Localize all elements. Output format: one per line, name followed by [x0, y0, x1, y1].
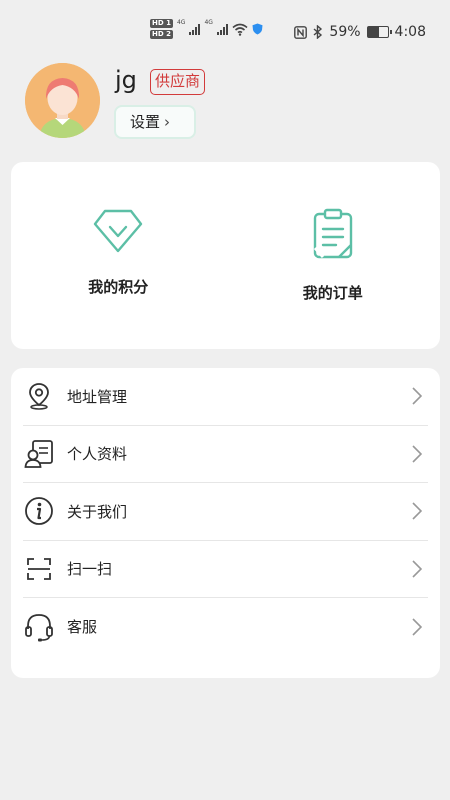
nfc-icon: [294, 25, 308, 39]
avatar[interactable]: [25, 63, 100, 138]
menu-label-customer-service: 客服: [67, 618, 98, 637]
chevron-right-icon: [412, 387, 422, 405]
headset-icon: [25, 613, 53, 642]
chevron-right-icon: ›: [164, 113, 171, 131]
menu-label-scan: 扫一扫: [67, 560, 113, 579]
settings-button[interactable]: 设置 ›: [114, 105, 196, 139]
my-orders-button[interactable]: 我的订单: [226, 162, 441, 349]
menu-label-profile: 个人资料: [67, 445, 128, 464]
quick-actions-card: 我的积分 我的订单: [11, 162, 440, 349]
chevron-right-icon: [412, 445, 422, 463]
bluetooth-icon: [313, 25, 323, 39]
order-clipboard-icon: [313, 208, 352, 259]
profile-card-icon: [24, 439, 53, 468]
network-type-1: 4G: [176, 19, 186, 26]
info-icon: [25, 497, 53, 526]
hd-icon: HD 1 HD 2: [150, 19, 173, 39]
shield-icon: [252, 23, 263, 35]
my-orders-label: 我的订单: [302, 284, 363, 302]
avatar-person-icon: [25, 63, 100, 138]
battery-icon: [366, 26, 392, 38]
location-pin-icon: [29, 383, 49, 410]
network-type-2: 4G: [204, 19, 213, 26]
my-points-label: 我的积分: [88, 278, 149, 296]
my-points-button[interactable]: 我的积分: [11, 162, 226, 349]
menu-label-about: 关于我们: [67, 502, 128, 521]
scan-icon: [27, 557, 51, 580]
signal-icon: [216, 23, 228, 35]
menu-item-scan[interactable]: 扫一扫: [23, 541, 428, 598]
chevron-right-icon: [412, 560, 422, 578]
wifi-icon: [232, 23, 248, 36]
username: jg: [115, 66, 137, 94]
menu-item-about[interactable]: 关于我们: [23, 483, 428, 541]
supplier-badge: 供应商: [150, 69, 206, 95]
chevron-right-icon: [412, 502, 422, 520]
menu-label-address: 地址管理: [67, 387, 128, 406]
menu-item-profile[interactable]: 个人资料: [23, 426, 428, 483]
chevron-right-icon: [412, 618, 422, 636]
clock: 4:08: [394, 24, 426, 40]
diamond-icon: [94, 209, 143, 253]
menu-item-address[interactable]: 地址管理: [23, 368, 428, 426]
battery-percent: 59%: [329, 24, 361, 40]
signal-icon: [189, 23, 201, 35]
system-indicators: 59% 4:08: [294, 24, 426, 40]
network-indicators: HD 1 HD 2 4G 4G: [150, 19, 263, 39]
menu-item-customer-service[interactable]: 客服: [23, 598, 428, 656]
settings-label: 设置: [130, 113, 161, 131]
status-bar: HD 1 HD 2 4G 4G 59% 4:08: [0, 0, 450, 62]
menu-list: 地址管理 个人资料 关于我们 扫一扫 客服: [11, 368, 440, 678]
